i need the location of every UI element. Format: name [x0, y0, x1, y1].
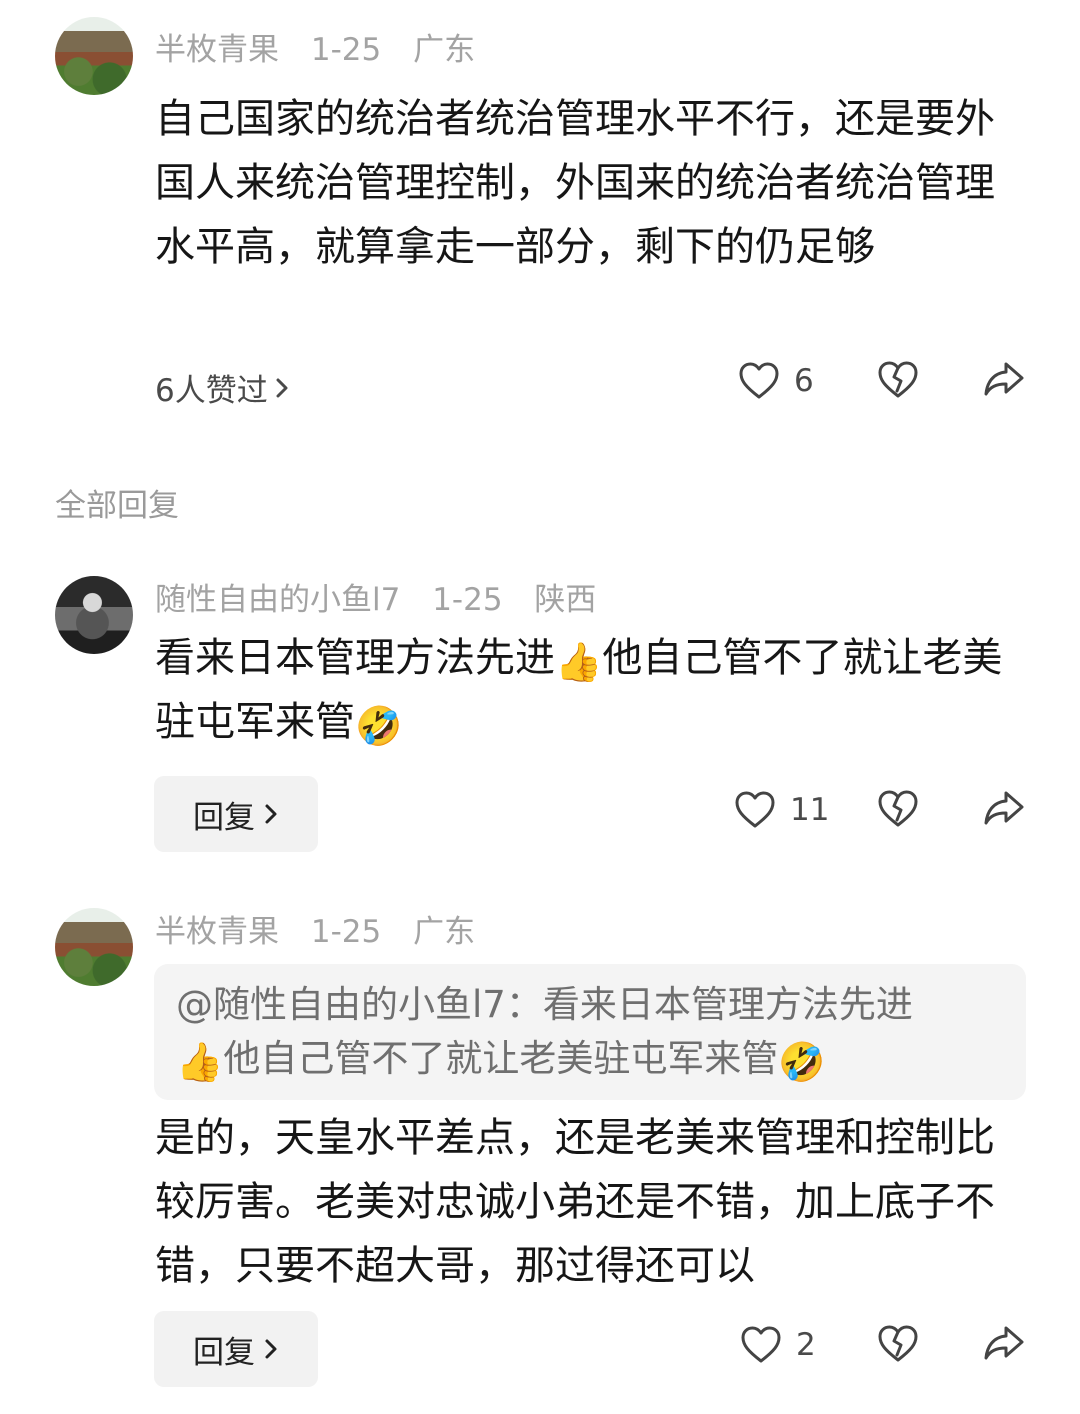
broken-heart-icon — [877, 788, 919, 830]
comment-text: 是的，天皇水平差点，还是老美来管理和控制比较厉害。老美对忠诚小弟还是不错，加上底… — [155, 1115, 995, 1289]
like-button[interactable]: 11 — [734, 790, 829, 830]
comment-text: 自己国家的统治者统治管理水平不行，还是要外国人来统治管理控制，外国来的统治者统治… — [155, 96, 995, 270]
username[interactable]: 半枚青果 — [155, 32, 279, 68]
comment-meta: 半枚青果 1-25 广东 — [155, 30, 497, 70]
comment-location: 广东 — [413, 914, 476, 950]
avatar[interactable] — [55, 17, 133, 95]
likers-text: 6人赞过 — [155, 373, 268, 409]
comment-actions: 回复 2 — [0, 1311, 1080, 1389]
heart-outline-icon — [734, 790, 776, 830]
username[interactable]: 随性自由的小鱼l7 — [155, 582, 400, 618]
dislike-button[interactable] — [877, 788, 919, 830]
text-segment: 他自己管不了就让老美驻屯军来管 — [223, 1037, 779, 1080]
reply-label: 回复 — [193, 1334, 255, 1371]
broken-heart-icon — [877, 1323, 919, 1365]
quoted-text: @随性自由的小鱼l7：看来日本管理方法先进 👍他自己管不了就让老美驻屯军来管🤣 — [176, 978, 996, 1086]
likers-link[interactable]: 6人赞过 — [155, 365, 290, 410]
dislike-button[interactable] — [877, 359, 919, 401]
comment-date: 1-25 — [310, 914, 382, 950]
comment-actions: 回复 11 — [0, 776, 1080, 854]
share-arrow-icon — [982, 359, 1026, 399]
comment-meta: 随性自由的小鱼l7 1-25 陕西 — [155, 580, 618, 620]
reply-label: 回复 — [193, 799, 255, 836]
thumbs-up-emoji: 👍 — [176, 1040, 224, 1084]
comment-actions: 6人赞过 6 — [0, 347, 1080, 425]
laughing-emoji: 🤣 — [778, 1040, 826, 1084]
like-button[interactable]: 2 — [740, 1325, 816, 1365]
like-count: 2 — [796, 1327, 816, 1363]
text-segment: 看来日本管理方法先进 — [155, 635, 555, 681]
quoted-reply[interactable]: @随性自由的小鱼l7：看来日本管理方法先进 👍他自己管不了就让老美驻屯军来管🤣 — [154, 964, 1026, 1100]
share-arrow-icon — [982, 788, 1026, 828]
like-count: 6 — [794, 363, 814, 399]
comment-text: 看来日本管理方法先进👍他自己管不了就让老美驻屯军来管🤣 — [155, 626, 1005, 754]
comment-date: 1-25 — [432, 582, 503, 618]
share-arrow-icon — [982, 1323, 1026, 1363]
username[interactable]: 半枚青果 — [155, 914, 279, 950]
comment-date: 1-25 — [310, 32, 382, 68]
share-button[interactable] — [982, 359, 1026, 399]
share-button[interactable] — [982, 788, 1026, 828]
heart-outline-icon — [738, 361, 780, 401]
thumbs-up-emoji: 👍 — [555, 640, 603, 684]
reply-button[interactable]: 回复 — [154, 776, 318, 852]
chevron-right-icon — [274, 376, 290, 400]
like-count: 11 — [790, 792, 830, 828]
text-segment: @随性自由的小鱼l7：看来日本管理方法先进 — [176, 983, 913, 1026]
dislike-button[interactable] — [877, 1323, 919, 1365]
avatar[interactable] — [55, 576, 133, 654]
comment-location: 陕西 — [534, 582, 597, 618]
heart-outline-icon — [740, 1325, 782, 1365]
share-button[interactable] — [982, 1323, 1026, 1363]
broken-heart-icon — [877, 359, 919, 401]
reply-button[interactable]: 回复 — [154, 1311, 318, 1387]
chevron-right-icon — [263, 802, 279, 826]
like-button[interactable]: 6 — [738, 361, 814, 401]
comment-meta: 半枚青果 1-25 广东 — [155, 912, 497, 952]
comment-location: 广东 — [413, 32, 476, 68]
chevron-right-icon — [263, 1337, 279, 1361]
avatar[interactable] — [55, 908, 133, 986]
laughing-emoji: 🤣 — [355, 704, 403, 748]
section-title: 全部回复 — [55, 488, 179, 524]
